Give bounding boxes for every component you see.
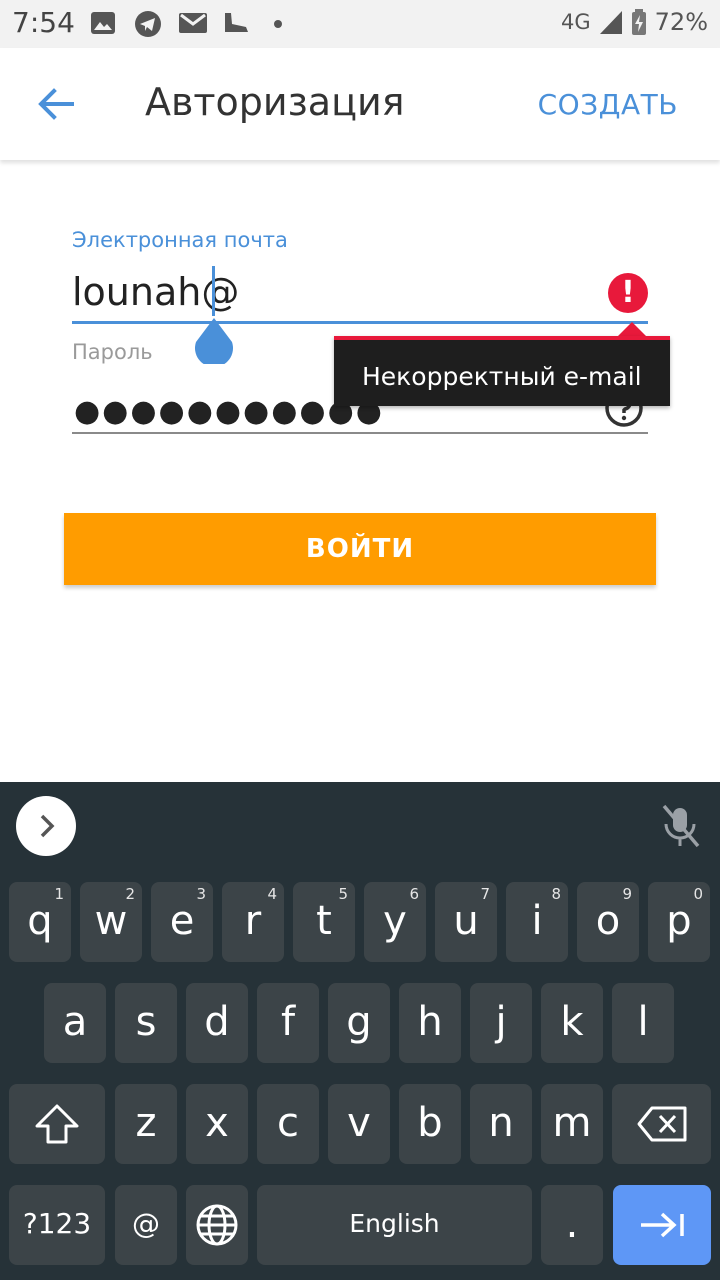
key-c[interactable]: c [257, 1084, 319, 1164]
shift-icon [35, 1104, 79, 1144]
key-label: q [27, 898, 53, 944]
error-tooltip: Некорректный e-mail [334, 336, 670, 406]
key-k[interactable]: k [541, 983, 603, 1063]
password-underline [72, 432, 648, 434]
telegram-icon [135, 11, 161, 37]
key-label: w [94, 898, 128, 944]
key-hint: 4 [267, 885, 277, 903]
text-cursor [212, 266, 215, 316]
key-j[interactable]: j [470, 983, 532, 1063]
key-label: u [453, 898, 479, 944]
key-hint: 7 [480, 885, 490, 903]
key-g[interactable]: g [328, 983, 390, 1063]
key-p[interactable]: p0 [648, 882, 710, 962]
back-arrow-icon[interactable] [28, 76, 84, 132]
key-b[interactable]: b [399, 1084, 461, 1164]
error-icon[interactable]: ! [608, 273, 648, 313]
battery-percent: 72% [654, 8, 708, 36]
key-f[interactable]: f [257, 983, 319, 1063]
key-d[interactable]: d [186, 983, 248, 1063]
key-v[interactable]: v [328, 1084, 390, 1164]
soft-keyboard: q1 w2 e3 r4 t5 y6 u7 i8 o9 p0 a s d f g … [0, 782, 720, 1280]
key-label: p [666, 898, 692, 944]
key-h[interactable]: h [399, 983, 461, 1063]
tooltip-arrow [618, 322, 646, 336]
key-hint: 3 [196, 885, 206, 903]
key-w[interactable]: w2 [80, 882, 142, 962]
dot-icon [274, 20, 282, 28]
key-q[interactable]: q1 [9, 882, 71, 962]
shift-key[interactable] [9, 1084, 105, 1164]
arrow-to-end-icon [641, 1212, 684, 1238]
key-m[interactable]: m [541, 1084, 603, 1164]
key-o[interactable]: o9 [577, 882, 639, 962]
key-hint: 5 [338, 885, 348, 903]
key-r[interactable]: r4 [222, 882, 284, 962]
key-label: t [316, 898, 332, 944]
period-key[interactable]: . [541, 1185, 603, 1265]
key-hint: 6 [409, 885, 419, 903]
password-label: Пароль [72, 340, 153, 364]
backspace-icon [637, 1106, 686, 1142]
status-bar: 7:54 4G 72% [0, 0, 720, 48]
network-type: 4G [561, 10, 591, 34]
page-title: Авторизация [145, 80, 405, 124]
enter-key[interactable] [613, 1185, 711, 1265]
key-hint: 8 [551, 885, 561, 903]
email-underline [72, 321, 648, 324]
key-l[interactable]: l [612, 983, 674, 1063]
chevron-right-icon [40, 814, 55, 838]
key-e[interactable]: e3 [151, 882, 213, 962]
symbols-key[interactable]: ?123 [9, 1185, 105, 1265]
mic-off-icon[interactable] [658, 802, 702, 850]
email-label: Электронная почта [72, 228, 288, 252]
status-right: 4G 72% [561, 8, 708, 36]
key-label: i [531, 898, 543, 944]
key-label: y [383, 898, 407, 944]
signal-icon [599, 11, 622, 34]
key-hint: 0 [693, 885, 703, 903]
key-i[interactable]: i8 [506, 882, 568, 962]
key-label: o [595, 898, 621, 944]
space-key[interactable]: English [257, 1185, 532, 1265]
image-icon [91, 12, 115, 34]
app-toolbar: Авторизация СОЗДАТЬ [0, 48, 720, 160]
status-time: 7:54 [12, 6, 75, 39]
shoe-icon [225, 13, 248, 32]
cursor-handle[interactable] [194, 318, 234, 364]
login-button[interactable]: ВОЙТИ [64, 513, 656, 585]
keyboard-suggestions-toggle[interactable] [16, 796, 76, 856]
create-button[interactable]: СОЗДАТЬ [538, 88, 678, 121]
key-u[interactable]: u7 [435, 882, 497, 962]
key-t[interactable]: t5 [293, 882, 355, 962]
gmail-icon [179, 13, 207, 33]
battery-charging-icon [631, 9, 646, 35]
globe-icon [196, 1204, 238, 1246]
key-label: r [244, 898, 262, 944]
key-y[interactable]: y6 [364, 882, 426, 962]
key-x[interactable]: x [186, 1084, 248, 1164]
key-z[interactable]: z [115, 1084, 177, 1164]
key-hint: 9 [622, 885, 632, 903]
error-tooltip-text: Некорректный e-mail [362, 362, 642, 391]
language-key[interactable] [186, 1185, 248, 1265]
at-key[interactable]: @ [115, 1185, 177, 1265]
backspace-key[interactable] [612, 1084, 711, 1164]
key-label: e [169, 898, 195, 944]
key-n[interactable]: n [470, 1084, 532, 1164]
key-s[interactable]: s [115, 983, 177, 1063]
key-a[interactable]: a [44, 983, 106, 1063]
key-hint: 2 [125, 885, 135, 903]
key-hint: 1 [54, 885, 64, 903]
